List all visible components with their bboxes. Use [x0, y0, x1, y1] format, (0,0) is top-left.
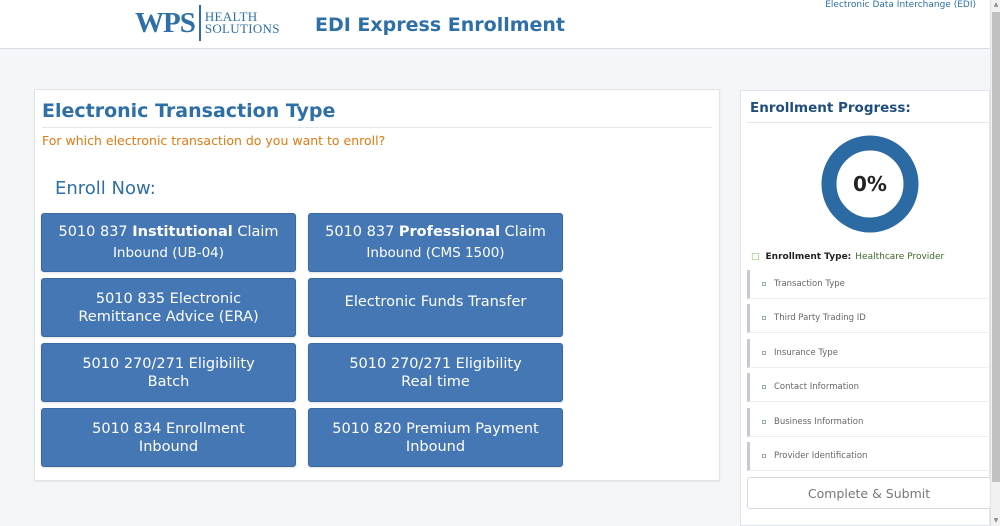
step-box-icon [762, 454, 766, 458]
step-label: Third Party Trading ID [774, 313, 866, 323]
step-label: Contact Information [774, 382, 859, 392]
complete-submit-button[interactable]: Complete & Submit [747, 477, 991, 509]
step-label: Insurance Type [774, 348, 838, 358]
button-line-1: 5010 270/271 Eligibility [349, 355, 522, 372]
step-label: Provider Identification [774, 451, 868, 461]
logo-sub-line-2: SOLUTIONS [204, 21, 280, 36]
button-line-2: Inbound (CMS 1500) [366, 245, 505, 261]
step-provider-identification[interactable]: Provider Identification [747, 442, 991, 471]
eligibility-realtime-button[interactable]: 5010 270/271 Eligibility Real time [308, 343, 563, 402]
eligibility-batch-button[interactable]: 5010 270/271 Eligibility Batch [41, 343, 296, 402]
button-line-1: 5010 835 Electronic [95, 290, 242, 307]
professional-claim-button[interactable]: 5010 837 Professional Claim Inbound (CMS… [308, 213, 563, 272]
button-line-2: Inbound [138, 438, 199, 455]
step-box-icon [762, 385, 766, 389]
page-title: Electronic Transaction Type [42, 100, 336, 122]
enrollment-834-button[interactable]: 5010 834 Enrollment Inbound [41, 408, 296, 467]
era-button[interactable]: 5010 835 Electronic Remittance Advice (E… [41, 278, 296, 337]
scroll-thumb[interactable] [992, 12, 1000, 482]
button-line-1: 5010 837 Professional Claim [325, 224, 546, 240]
step-label: Transaction Type [774, 279, 845, 289]
step-business-information[interactable]: Business Information [747, 408, 991, 437]
step-box-icon [762, 316, 766, 320]
step-contact-information[interactable]: Contact Information [747, 373, 991, 402]
institutional-claim-button[interactable]: 5010 837 Institutional Claim Inbound (UB… [41, 213, 296, 272]
eft-button[interactable]: Electronic Funds Transfer [308, 278, 563, 337]
button-line-1: Electronic Funds Transfer [344, 294, 527, 310]
title-divider [42, 127, 712, 128]
button-line-1: 5010 834 Enrollment [92, 420, 245, 437]
scroll-up-icon[interactable]: ▲ [991, 0, 1000, 10]
logo-subtitle: HEALTH SOLUTIONS [204, 10, 280, 36]
logo-divider [198, 5, 201, 41]
button-line-2: Real time [401, 373, 470, 390]
step-box-icon [762, 351, 766, 355]
button-line-2: Inbound [405, 438, 466, 455]
edi-link[interactable]: Electronic Data Interchange (EDI) [825, 0, 976, 10]
button-line-1: 5010 820 Premium Payment [332, 420, 539, 437]
enroll-now-heading: Enroll Now: [55, 178, 156, 199]
step-box-icon [762, 282, 766, 286]
enrollment-type-label: Enrollment Type: [765, 252, 852, 262]
page-subtitle: For which electronic transaction do you … [42, 133, 386, 148]
app-title: EDI Express Enrollment [315, 14, 566, 36]
progress-title: Enrollment Progress: [750, 100, 911, 116]
button-line-2: Inbound (UB-04) [112, 245, 225, 261]
enrollment-type: □ Enrollment Type: Healthcare Provider [751, 252, 944, 262]
wps-logo[interactable]: WPS HEALTH SOLUTIONS [135, 4, 280, 42]
header: WPS HEALTH SOLUTIONS EDI Express Enrollm… [0, 0, 990, 49]
progress-divider [747, 122, 991, 123]
page-scrollbar[interactable]: ▲ ▼ [990, 0, 1000, 526]
check-icon: □ [751, 252, 760, 262]
step-third-party-trading-id[interactable]: Third Party Trading ID [747, 304, 991, 333]
step-label: Business Information [774, 417, 864, 427]
step-insurance-type[interactable]: Insurance Type [747, 339, 991, 368]
enrollment-type-value: Healthcare Provider [855, 252, 945, 262]
step-transaction-type[interactable]: Transaction Type [747, 270, 991, 299]
enrollment-progress-panel: Enrollment Progress: 0% □ Enrollment Typ… [740, 90, 991, 526]
progress-percent: 0% [853, 172, 887, 196]
button-line-2: Batch [147, 373, 190, 390]
logo-wordmark: WPS [135, 6, 196, 39]
button-line-1: 5010 270/271 Eligibility [82, 355, 255, 372]
button-line-2: Remittance Advice (ERA) [78, 308, 259, 325]
scroll-down-icon[interactable]: ▼ [991, 516, 1000, 526]
premium-payment-820-button[interactable]: 5010 820 Premium Payment Inbound [308, 408, 563, 467]
step-box-icon [762, 420, 766, 424]
transaction-type-panel: Electronic Transaction Type For which el… [34, 89, 720, 481]
button-line-1: 5010 837 Institutional Claim [58, 224, 279, 240]
